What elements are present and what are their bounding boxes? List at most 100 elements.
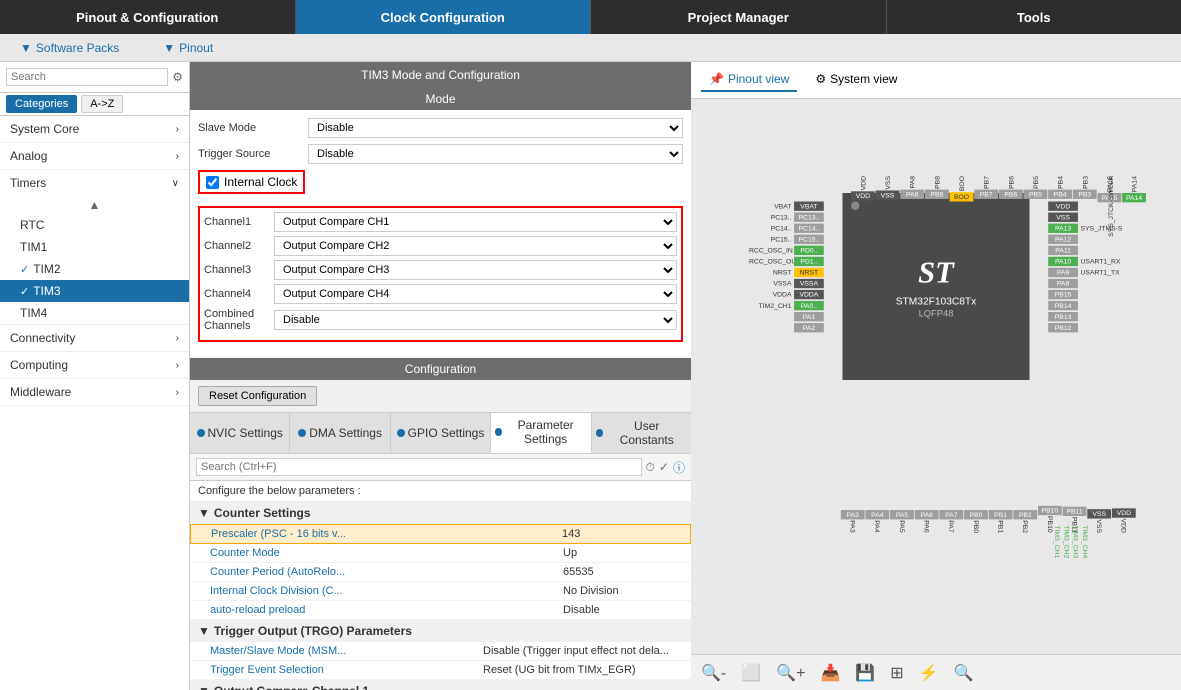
channel4-label: Channel4 (204, 288, 274, 300)
output-compare-header[interactable]: ▼ Output Compare Channel 1 (190, 680, 691, 690)
combined-channels-label: Combined Channels (204, 308, 274, 332)
top-pins: VDD VDD VSS VSS PA8 PA8 PB8 PB8 (851, 176, 1146, 202)
reset-btn-row: Reset Configuration (190, 380, 691, 413)
fit-icon[interactable]: ⬜ (741, 663, 761, 683)
nav-pinout[interactable]: Pinout & Configuration (0, 0, 296, 34)
channel2-select[interactable]: Output Compare CH2 (274, 236, 677, 256)
internal-clock-checkbox[interactable] (206, 176, 219, 189)
prescaler-row: Prescaler (PSC - 16 bits v... 143 (190, 524, 691, 544)
channel3-select[interactable]: Output Compare CH3 (274, 260, 677, 280)
trigger-source-row: Trigger Source Disable (198, 144, 683, 164)
sidebar-item-tim4[interactable]: TIM4 (0, 302, 189, 324)
channel3-label: Channel3 (204, 264, 274, 276)
param-search-bar: ⏱ ✓ ⓘ (190, 454, 691, 481)
tab-gpio[interactable]: GPIO Settings (391, 413, 491, 453)
sidebar-item-timers[interactable]: Timers ∨ (0, 170, 189, 196)
right-panel: 📌 Pinout view ⚙ System view ST STM32F103… (691, 62, 1181, 690)
view-tabs: 📌 Pinout view ⚙ System view (691, 62, 1181, 99)
trigger-event-value: Reset (UG bit from TIMx_EGR) (483, 664, 683, 676)
tab-user-constants[interactable]: User Constants (592, 413, 691, 453)
sidebar-item-tim2[interactable]: ✓ TIM2 (0, 258, 189, 280)
expand-icon: ▼ (198, 506, 210, 520)
nav-project[interactable]: Project Manager (591, 0, 887, 34)
sidebar-item-middleware[interactable]: Middleware › (0, 379, 189, 405)
channel1-select[interactable]: Output Compare CH1 (274, 212, 677, 232)
reset-config-button[interactable]: Reset Configuration (198, 386, 317, 406)
sidebar-item-tim3[interactable]: ✓ TIM3 (0, 280, 189, 302)
expand-icon: ▼ (198, 624, 210, 638)
zoom-in-icon[interactable]: 🔍+ (776, 663, 805, 683)
sidebar-item-computing[interactable]: Computing › (0, 352, 189, 378)
sidebar-item-system-core[interactable]: System Core › (0, 116, 189, 142)
sys-jtck-label: SYS_JTCK-SWCLK (1107, 176, 1115, 237)
channels-container: Channel1 Output Compare CH1 Channel2 Out… (198, 206, 683, 342)
gear-icon[interactable]: ⚙ (172, 70, 183, 84)
param-search-input[interactable] (196, 458, 642, 476)
lightning-icon[interactable]: ⚡ (919, 663, 939, 683)
configure-label: Configure the below parameters : (190, 481, 691, 502)
mode-title: Mode (190, 88, 691, 110)
counter-settings-header[interactable]: ▼ Counter Settings (190, 502, 691, 524)
download-icon[interactable]: 📥 (820, 663, 840, 683)
tab-dma[interactable]: DMA Settings (290, 413, 390, 453)
bottom-toolbar: 🔍- ⬜ 🔍+ 📥 💾 ⊞ ⚡ 🔍 (691, 654, 1181, 690)
nav-clock[interactable]: Clock Configuration (296, 0, 592, 34)
chip-body: ST STM32F103C8Tx LQFP48 (843, 193, 1030, 380)
channel4-select[interactable]: Output Compare CH4 (274, 284, 677, 304)
sidebar-item-tim1[interactable]: TIM1 (0, 236, 189, 258)
tab-az[interactable]: A->Z (81, 95, 123, 113)
search-bar: ⚙ (0, 62, 189, 93)
channel1-label: Channel1 (204, 216, 274, 228)
info-icon[interactable]: ⓘ (673, 459, 685, 476)
system-icon: ⚙ (815, 72, 826, 86)
sub-nav: ▼ Software Packs ▼ Pinout (0, 34, 1181, 62)
tab-categories[interactable]: Categories (6, 95, 77, 113)
clock-division-name: Internal Clock Division (C... (210, 585, 563, 597)
counter-period-value: 65535 (563, 566, 683, 578)
tab-nvic[interactable]: NVIC Settings (190, 413, 290, 453)
channel2-row: Channel2 Output Compare CH2 (204, 236, 677, 256)
main-layout: ⚙ Categories A->Z System Core › Analog ›… (0, 62, 1181, 690)
sidebar-item-rtc[interactable]: RTC (0, 214, 189, 236)
sidebar-section-connectivity: Connectivity › (0, 325, 189, 352)
prescaler-value: 143 (562, 528, 682, 540)
subnav-software-packs[interactable]: ▼ Software Packs (0, 41, 143, 55)
tab-parameter-settings[interactable]: Parameter Settings (491, 413, 591, 453)
pinout-icon: 📌 (709, 72, 724, 86)
grid-icon[interactable]: ⊞ (890, 663, 903, 683)
trigger-output-header[interactable]: ▼ Trigger Output (TRGO) Parameters (190, 620, 691, 642)
search-input[interactable] (6, 68, 168, 86)
sidebar-section-computing: Computing › (0, 352, 189, 379)
config-section: Configuration Reset Configuration NVIC S… (190, 358, 691, 690)
master-slave-value: Disable (Trigger input effect not dela..… (483, 645, 683, 657)
left-pins: VBAT VBAT PC13.. PC13.. PC14.. PC14.. PC… (749, 201, 824, 332)
sidebar-item-connectivity[interactable]: Connectivity › (0, 325, 189, 351)
clock-division-value: No Division (563, 585, 683, 597)
nav-tools[interactable]: Tools (887, 0, 1181, 34)
save-icon[interactable]: 💾 (855, 663, 875, 683)
panel-title: TIM3 Mode and Configuration (190, 62, 691, 88)
combined-channels-row: Combined Channels Disable (204, 308, 677, 332)
search-icon[interactable]: 🔍 (954, 663, 974, 683)
mode-body: Slave Mode Disable Trigger Source Disabl… (190, 110, 691, 356)
sidebar-item-analog[interactable]: Analog › (0, 143, 189, 169)
autoreload-name: auto-reload preload (210, 604, 563, 616)
tab-system-view[interactable]: ⚙ System view (807, 68, 905, 92)
right-pins: VDD VSS PA13 SYS_JTMS-S PA12 (1048, 201, 1127, 332)
chevron-icon: › (176, 151, 179, 162)
trigger-source-select[interactable]: Disable (308, 144, 683, 164)
slave-mode-select[interactable]: Disable (308, 118, 683, 138)
sidebar-section-timers: Timers ∨ ▲ RTC TIM1 ✓ TIM2 ✓ TIM3 TIM4 (0, 170, 189, 325)
counter-mode-name: Counter Mode (210, 547, 563, 559)
combined-channels-select[interactable]: Disable (274, 310, 677, 330)
tab-pinout-view[interactable]: 📌 Pinout view (701, 68, 797, 92)
slave-mode-row: Slave Mode Disable (198, 118, 683, 138)
clock-icon: ⏱ (646, 460, 655, 475)
clock-division-row: Internal Clock Division (C... No Divisio… (190, 582, 691, 601)
up-arrow[interactable]: ▲ (0, 196, 189, 214)
check-icon-tim3: ✓ (20, 285, 29, 298)
zoom-out-icon[interactable]: 🔍- (701, 663, 726, 683)
subnav-pinout[interactable]: ▼ Pinout (143, 41, 237, 55)
sidebar: ⚙ Categories A->Z System Core › Analog ›… (0, 62, 190, 690)
chevron-icon: › (176, 360, 179, 371)
